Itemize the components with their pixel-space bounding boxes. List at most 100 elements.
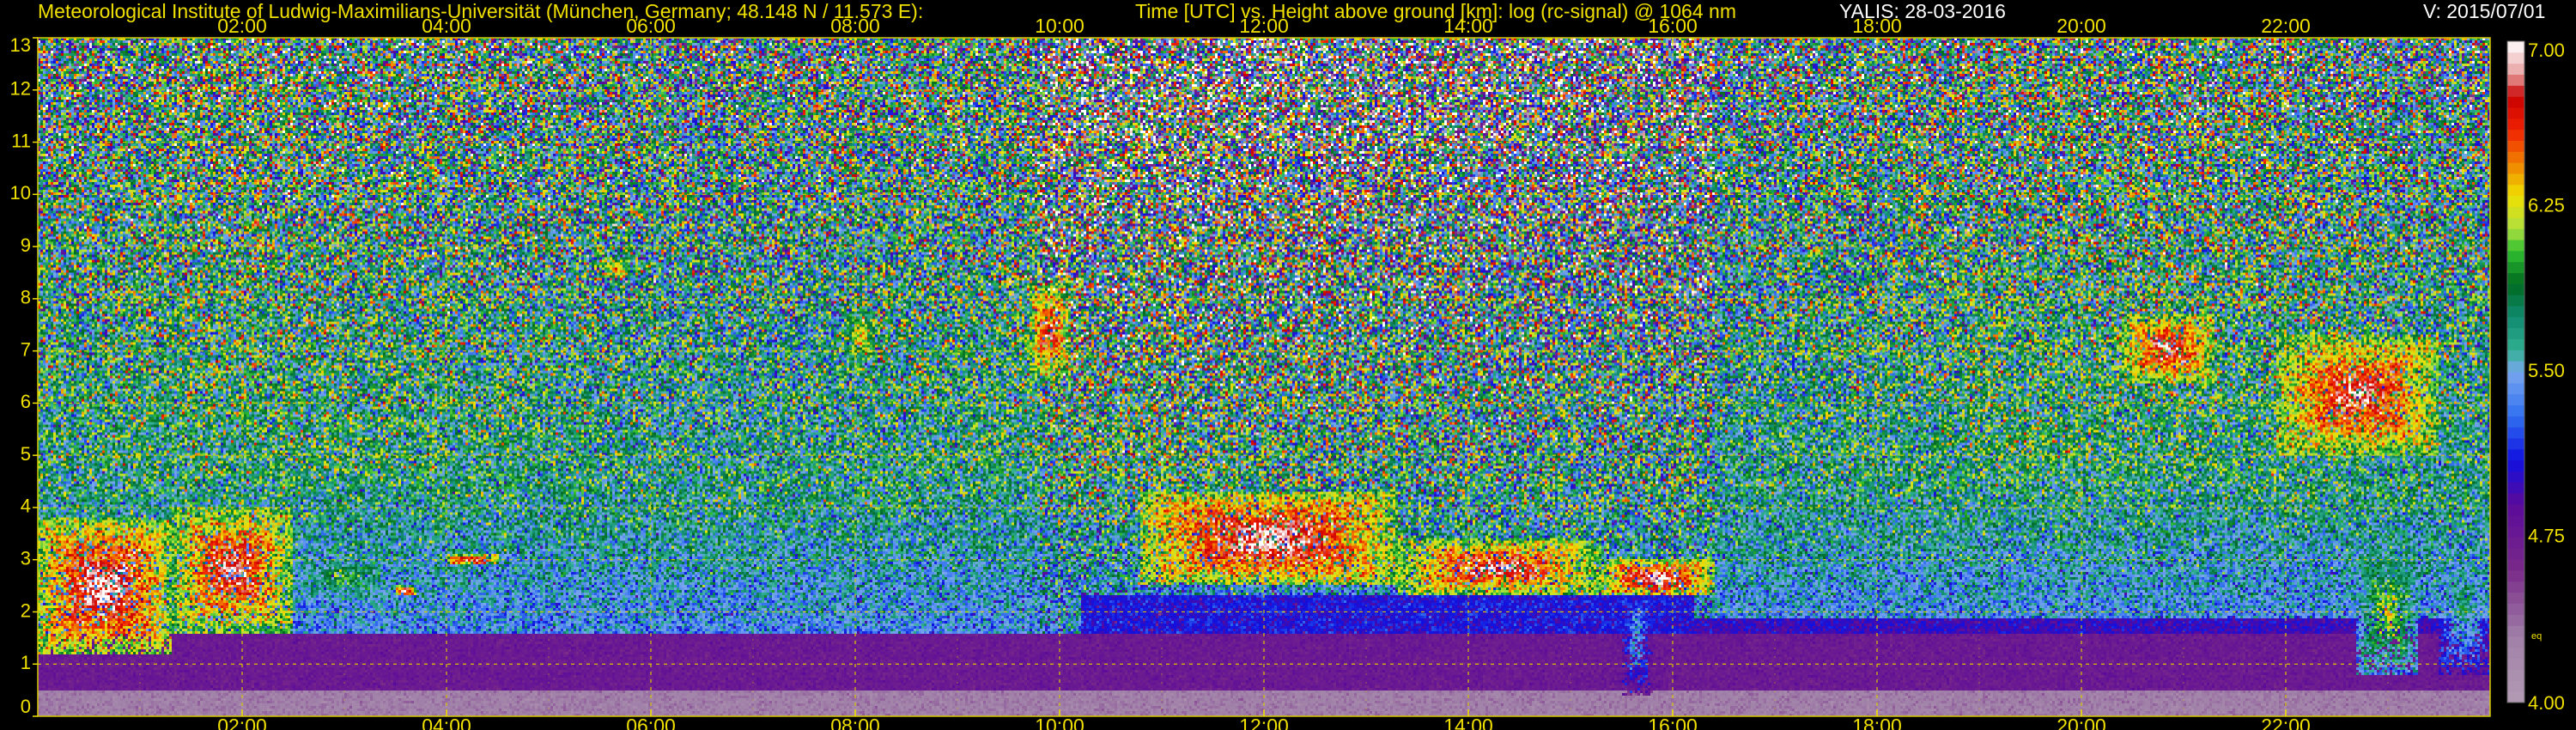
colorbar-segment (2507, 184, 2524, 197)
colorbar-segment (2507, 647, 2524, 660)
y-tick-label-9: 9 (21, 234, 31, 256)
y-tick-label-7: 7 (21, 338, 31, 360)
colorbar-segment (2507, 74, 2524, 86)
colorbar-segment (2507, 96, 2524, 108)
plot-description: Time [UTC] vs. Height above ground [km]:… (1135, 0, 1736, 22)
y-tick-label-10: 10 (10, 182, 31, 204)
version-label: V: 2015/07/01 (2423, 0, 2546, 22)
x-tick-label-bottom-9: 20:00 (2057, 715, 2106, 730)
y-tick-label-13: 13 (10, 34, 31, 56)
colorbar-segment (2507, 350, 2524, 362)
x-tick-label-top-4: 10:00 (1035, 15, 1084, 37)
colorbar-eq-label: eq (2531, 631, 2542, 642)
x-tick-label-bottom-5: 12:00 (1239, 715, 1289, 730)
colorbar-segment (2507, 107, 2524, 119)
colorbar-segment (2507, 129, 2524, 141)
colorbar-segment (2507, 526, 2524, 538)
colorbar-segment (2507, 206, 2524, 218)
colorbar-segment (2507, 636, 2524, 648)
y-tick-label-8: 8 (21, 287, 31, 308)
colorbar-label-0: 7.00 (2528, 40, 2565, 61)
colorbar-segment (2507, 448, 2524, 461)
colorbar-segment (2507, 272, 2524, 284)
instrument-date: YALIS: 28-03-2016 (1839, 0, 2006, 22)
colorbar-segment (2507, 471, 2524, 483)
colorbar-segment (2507, 427, 2524, 439)
y-tick-label-4: 4 (21, 496, 31, 517)
y-tick-label-2: 2 (21, 599, 31, 621)
colorbar-segment (2507, 438, 2524, 450)
colorbar-segment (2507, 416, 2524, 428)
colorbar-segment (2507, 382, 2524, 395)
colorbar-segment (2507, 548, 2524, 560)
colorbar-segment (2507, 173, 2524, 186)
y-tick-label-3: 3 (21, 548, 31, 569)
x-tick-label-bottom-2: 06:00 (626, 715, 676, 730)
x-tick-label-bottom-0: 02:00 (217, 715, 267, 730)
colorbar-segment (2507, 228, 2524, 240)
colorbar-segment (2507, 504, 2524, 516)
colorbar-segment (2507, 680, 2524, 692)
colorbar-segment (2507, 217, 2524, 229)
colorbar-segment (2507, 240, 2524, 252)
colorbar-label-2: 5.50 (2528, 360, 2565, 381)
colorbar-segment (2507, 405, 2524, 417)
y-tick-label-11: 11 (11, 130, 31, 151)
colorbar-segment (2507, 691, 2524, 703)
colorbar-segment (2507, 559, 2524, 571)
y-tick-label-12: 12 (10, 78, 31, 100)
colorbar-segment (2507, 625, 2524, 637)
colorbar-segment (2507, 316, 2524, 329)
colorbar-segment (2507, 493, 2524, 505)
colorbar-segment (2507, 162, 2524, 174)
x-tick-label-bottom-7: 16:00 (1648, 715, 1698, 730)
x-tick-label-bottom-10: 22:00 (2261, 715, 2311, 730)
y-tick-label-1: 1 (21, 652, 31, 673)
colorbar-segment (2507, 151, 2524, 163)
colorbar-segment (2507, 537, 2524, 549)
colorbar-segment (2507, 283, 2524, 295)
colorbar-segment (2507, 327, 2524, 339)
colorbar-segment (2507, 85, 2524, 97)
colorbar-segment (2507, 250, 2524, 263)
colorbar-segment (2507, 195, 2524, 207)
colorbar-segment (2507, 118, 2524, 131)
x-tick-label-bottom-8: 18:00 (1852, 715, 1902, 730)
colorbar-segment (2507, 669, 2524, 681)
colorbar-segment (2507, 482, 2524, 494)
colorbar-segment (2507, 614, 2524, 626)
x-tick-label-bottom-4: 10:00 (1035, 715, 1084, 730)
colorbar-segment (2507, 514, 2524, 527)
colorbar-segment (2507, 306, 2524, 318)
colorbar-segment (2507, 393, 2524, 405)
colorbar-label-3: 4.75 (2528, 525, 2565, 546)
colorbar-segment (2507, 361, 2524, 373)
institute-title: Meteorological Institute of Ludwig-Maxim… (38, 0, 924, 22)
lidar-plot: 012345678910111213 02:00 04:00 06:00 08:00 1… (0, 0, 2576, 730)
colorbar-label-1: 6.25 (2528, 194, 2565, 216)
colorbar-segment (2507, 140, 2524, 152)
x-tick-label-bottom-3: 08:00 (830, 715, 880, 730)
colorbar-segment (2507, 41, 2524, 53)
colorbar-segment (2507, 658, 2524, 670)
colorbar-segment (2507, 592, 2524, 604)
colorbar (2506, 40, 2525, 703)
colorbar-segment (2507, 459, 2524, 471)
x-tick-label-top-10: 22:00 (2261, 15, 2311, 37)
colorbar-segment (2507, 63, 2524, 75)
colorbar-segment (2507, 295, 2524, 307)
y-tick-label-5: 5 (21, 443, 31, 465)
x-tick-label-bottom-1: 04:00 (422, 715, 471, 730)
colorbar-label-4: 4.00 (2528, 692, 2565, 714)
x-tick-label-bottom-6: 14:00 (1443, 715, 1493, 730)
colorbar-segment (2507, 372, 2524, 384)
colorbar-segment (2507, 261, 2524, 273)
colorbar-segment (2507, 52, 2524, 64)
colorbar-segment (2507, 570, 2524, 582)
colorbar-segment (2507, 338, 2524, 350)
colorbar-segment (2507, 581, 2524, 593)
y-tick-label-0: 0 (21, 696, 31, 717)
y-tick-label-6: 6 (21, 391, 31, 412)
colorbar-segment (2507, 603, 2524, 615)
x-tick-label-top-9: 20:00 (2057, 15, 2106, 37)
